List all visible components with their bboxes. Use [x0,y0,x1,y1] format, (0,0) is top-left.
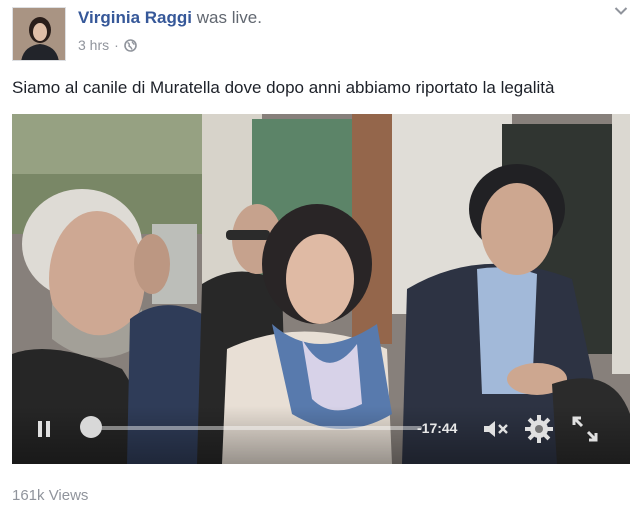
mute-icon[interactable] [482,419,510,439]
remaining-time: -17:44 [417,420,458,436]
meta-separator: · [114,37,119,53]
progress-scrubber[interactable] [80,416,102,438]
live-status: was live. [196,8,262,27]
fullscreen-icon[interactable] [572,416,598,442]
post-caption: Siamo al canile di Muratella dove dopo a… [12,78,555,97]
post-meta: 3 hrs · [78,37,137,53]
timestamp[interactable]: 3 hrs [78,37,109,53]
author-name[interactable]: Virginia Raggi [78,8,192,27]
gear-icon[interactable] [524,414,554,444]
avatar-photo [13,8,65,60]
post-header: Virginia Raggi was live. [78,8,262,28]
video-player[interactable]: -17:44 [12,114,630,464]
chevron-down-icon[interactable] [614,6,628,16]
pause-icon[interactable] [36,420,52,438]
avatar[interactable] [12,7,66,61]
progress-bar[interactable] [92,426,422,430]
view-count: 161k Views [12,487,89,504]
globe-icon [123,38,137,52]
